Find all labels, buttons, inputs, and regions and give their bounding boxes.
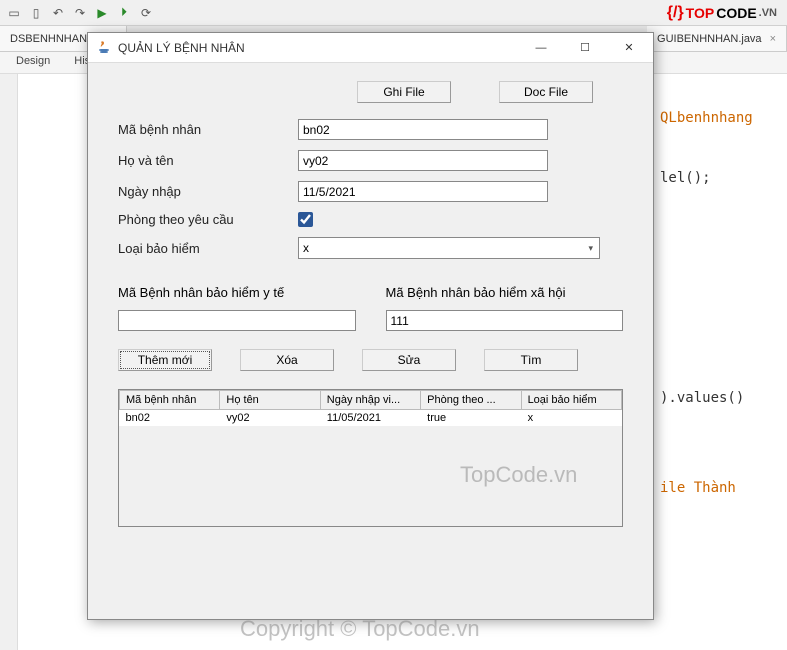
toolbar-icon[interactable]: ▭ xyxy=(6,5,22,21)
th-ngay[interactable]: Ngày nhập vi... xyxy=(320,391,420,410)
code-fragment: lel(); xyxy=(660,170,711,186)
sub-section: Mã Bệnh nhân bảo hiểm y tế Mã Bệnh nhân … xyxy=(118,285,623,331)
cell-phong: true xyxy=(421,410,521,427)
dialog-content: Ghi File Doc File Mã bệnh nhân Họ và tên… xyxy=(88,63,653,619)
chevron-down-icon: ▾ xyxy=(588,243,593,254)
table-empty-area xyxy=(119,426,622,527)
input-ma[interactable] xyxy=(298,119,548,140)
table-row[interactable]: bn02 vy02 11/05/2021 true x xyxy=(120,410,622,427)
topcode-logo: {/} TOPCODE.VN xyxy=(667,4,777,22)
run-icon[interactable]: ▶ xyxy=(94,5,110,21)
code-fragment: ile Thành xyxy=(660,480,736,496)
cell-bh: x xyxy=(521,410,621,427)
input-ten[interactable] xyxy=(298,150,548,171)
subtab-design[interactable]: Design xyxy=(10,52,56,73)
toolbar-icon[interactable]: ⟳ xyxy=(138,5,154,21)
xoa-button[interactable]: Xóa xyxy=(240,349,334,371)
label-ma: Mã bệnh nhân xyxy=(118,122,298,137)
label-xh: Mã Bệnh nhân bảo hiểm xã hội xyxy=(386,285,624,300)
table-header-row: Mã bệnh nhân Họ tên Ngày nhập vi... Phòn… xyxy=(120,391,622,410)
logo-text-top: TOP xyxy=(686,5,715,21)
table-container: Mã bệnh nhân Họ tên Ngày nhập vi... Phòn… xyxy=(118,389,623,527)
input-yte[interactable] xyxy=(118,310,356,331)
th-phong[interactable]: Phòng theo ... xyxy=(421,391,521,410)
logo-text-vn: .VN xyxy=(759,7,777,19)
dialog-window: QUẢN LÝ BỆNH NHÂN — ☐ ✕ Ghi File Doc Fil… xyxy=(87,32,654,620)
them-button[interactable]: Thêm mới xyxy=(118,349,212,371)
gutter xyxy=(0,74,18,650)
close-button[interactable]: ✕ xyxy=(607,34,651,62)
label-phong: Phòng theo yêu cầu xyxy=(118,212,298,227)
code-fragment: QLbenhnhang xyxy=(660,110,753,126)
window-title: QUẢN LÝ BỆNH NHÂN xyxy=(118,41,519,55)
th-ten[interactable]: Họ tên xyxy=(220,391,320,410)
form-row-ten: Họ và tên xyxy=(118,150,623,171)
tim-button[interactable]: Tìm xyxy=(484,349,578,371)
action-row: Thêm mới Xóa Sửa Tìm xyxy=(118,349,623,371)
data-table[interactable]: Mã bệnh nhân Họ tên Ngày nhập vi... Phòn… xyxy=(119,390,622,426)
cell-ten: vy02 xyxy=(220,410,320,427)
java-icon xyxy=(96,40,112,56)
form-row-phong: Phòng theo yêu cầu xyxy=(118,212,623,227)
label-yte: Mã Bệnh nhân bảo hiểm y tế xyxy=(118,285,356,300)
doc-file-button[interactable]: Doc File xyxy=(499,81,593,103)
input-ngay[interactable] xyxy=(298,181,548,202)
input-xh[interactable] xyxy=(386,310,624,331)
cell-ngay: 11/05/2021 xyxy=(320,410,420,427)
toolbar-icon[interactable]: ↷ xyxy=(72,5,88,21)
checkbox-phong[interactable] xyxy=(298,212,313,227)
code-fragment: ).values() xyxy=(660,390,744,406)
cell-ma: bn02 xyxy=(120,410,220,427)
tab-label: GUIBENHNHAN.java xyxy=(657,33,762,45)
minimize-button[interactable]: — xyxy=(519,34,563,62)
toolbar-icon[interactable]: ↶ xyxy=(50,5,66,21)
th-bh[interactable]: Loại bảo hiểm xyxy=(521,391,621,410)
col-xh: Mã Bệnh nhân bảo hiểm xã hội xyxy=(386,285,624,331)
label-bh: Loại bảo hiểm xyxy=(118,241,298,256)
window-controls: — ☐ ✕ xyxy=(519,34,651,62)
col-yte: Mã Bệnh nhân bảo hiểm y tế xyxy=(118,285,356,331)
titlebar[interactable]: QUẢN LÝ BỆNH NHÂN — ☐ ✕ xyxy=(88,33,653,63)
ghi-file-button[interactable]: Ghi File xyxy=(357,81,451,103)
maximize-button[interactable]: ☐ xyxy=(563,34,607,62)
toolbar-icon[interactable]: ▯ xyxy=(28,5,44,21)
close-icon[interactable]: × xyxy=(770,33,776,45)
combo-bh[interactable]: x ▾ xyxy=(298,237,600,259)
sua-button[interactable]: Sửa xyxy=(362,349,456,371)
label-ngay: Ngày nhập xyxy=(118,184,298,199)
form-row-ngay: Ngày nhập xyxy=(118,181,623,202)
form-row-ma: Mã bệnh nhân xyxy=(118,119,623,140)
th-ma[interactable]: Mã bệnh nhân xyxy=(120,391,220,410)
combo-value: x xyxy=(303,241,309,255)
editor-tab-right[interactable]: GUIBENHNHAN.java × xyxy=(647,26,787,51)
logo-icon: {/} xyxy=(667,4,684,22)
toolbar-icon[interactable]: ⏵ xyxy=(116,5,132,21)
form-row-bh: Loại bảo hiểm x ▾ xyxy=(118,237,623,259)
top-button-row: Ghi File Doc File xyxy=(118,81,623,103)
logo-text-code: CODE xyxy=(716,5,756,21)
label-ten: Họ và tên xyxy=(118,153,298,168)
